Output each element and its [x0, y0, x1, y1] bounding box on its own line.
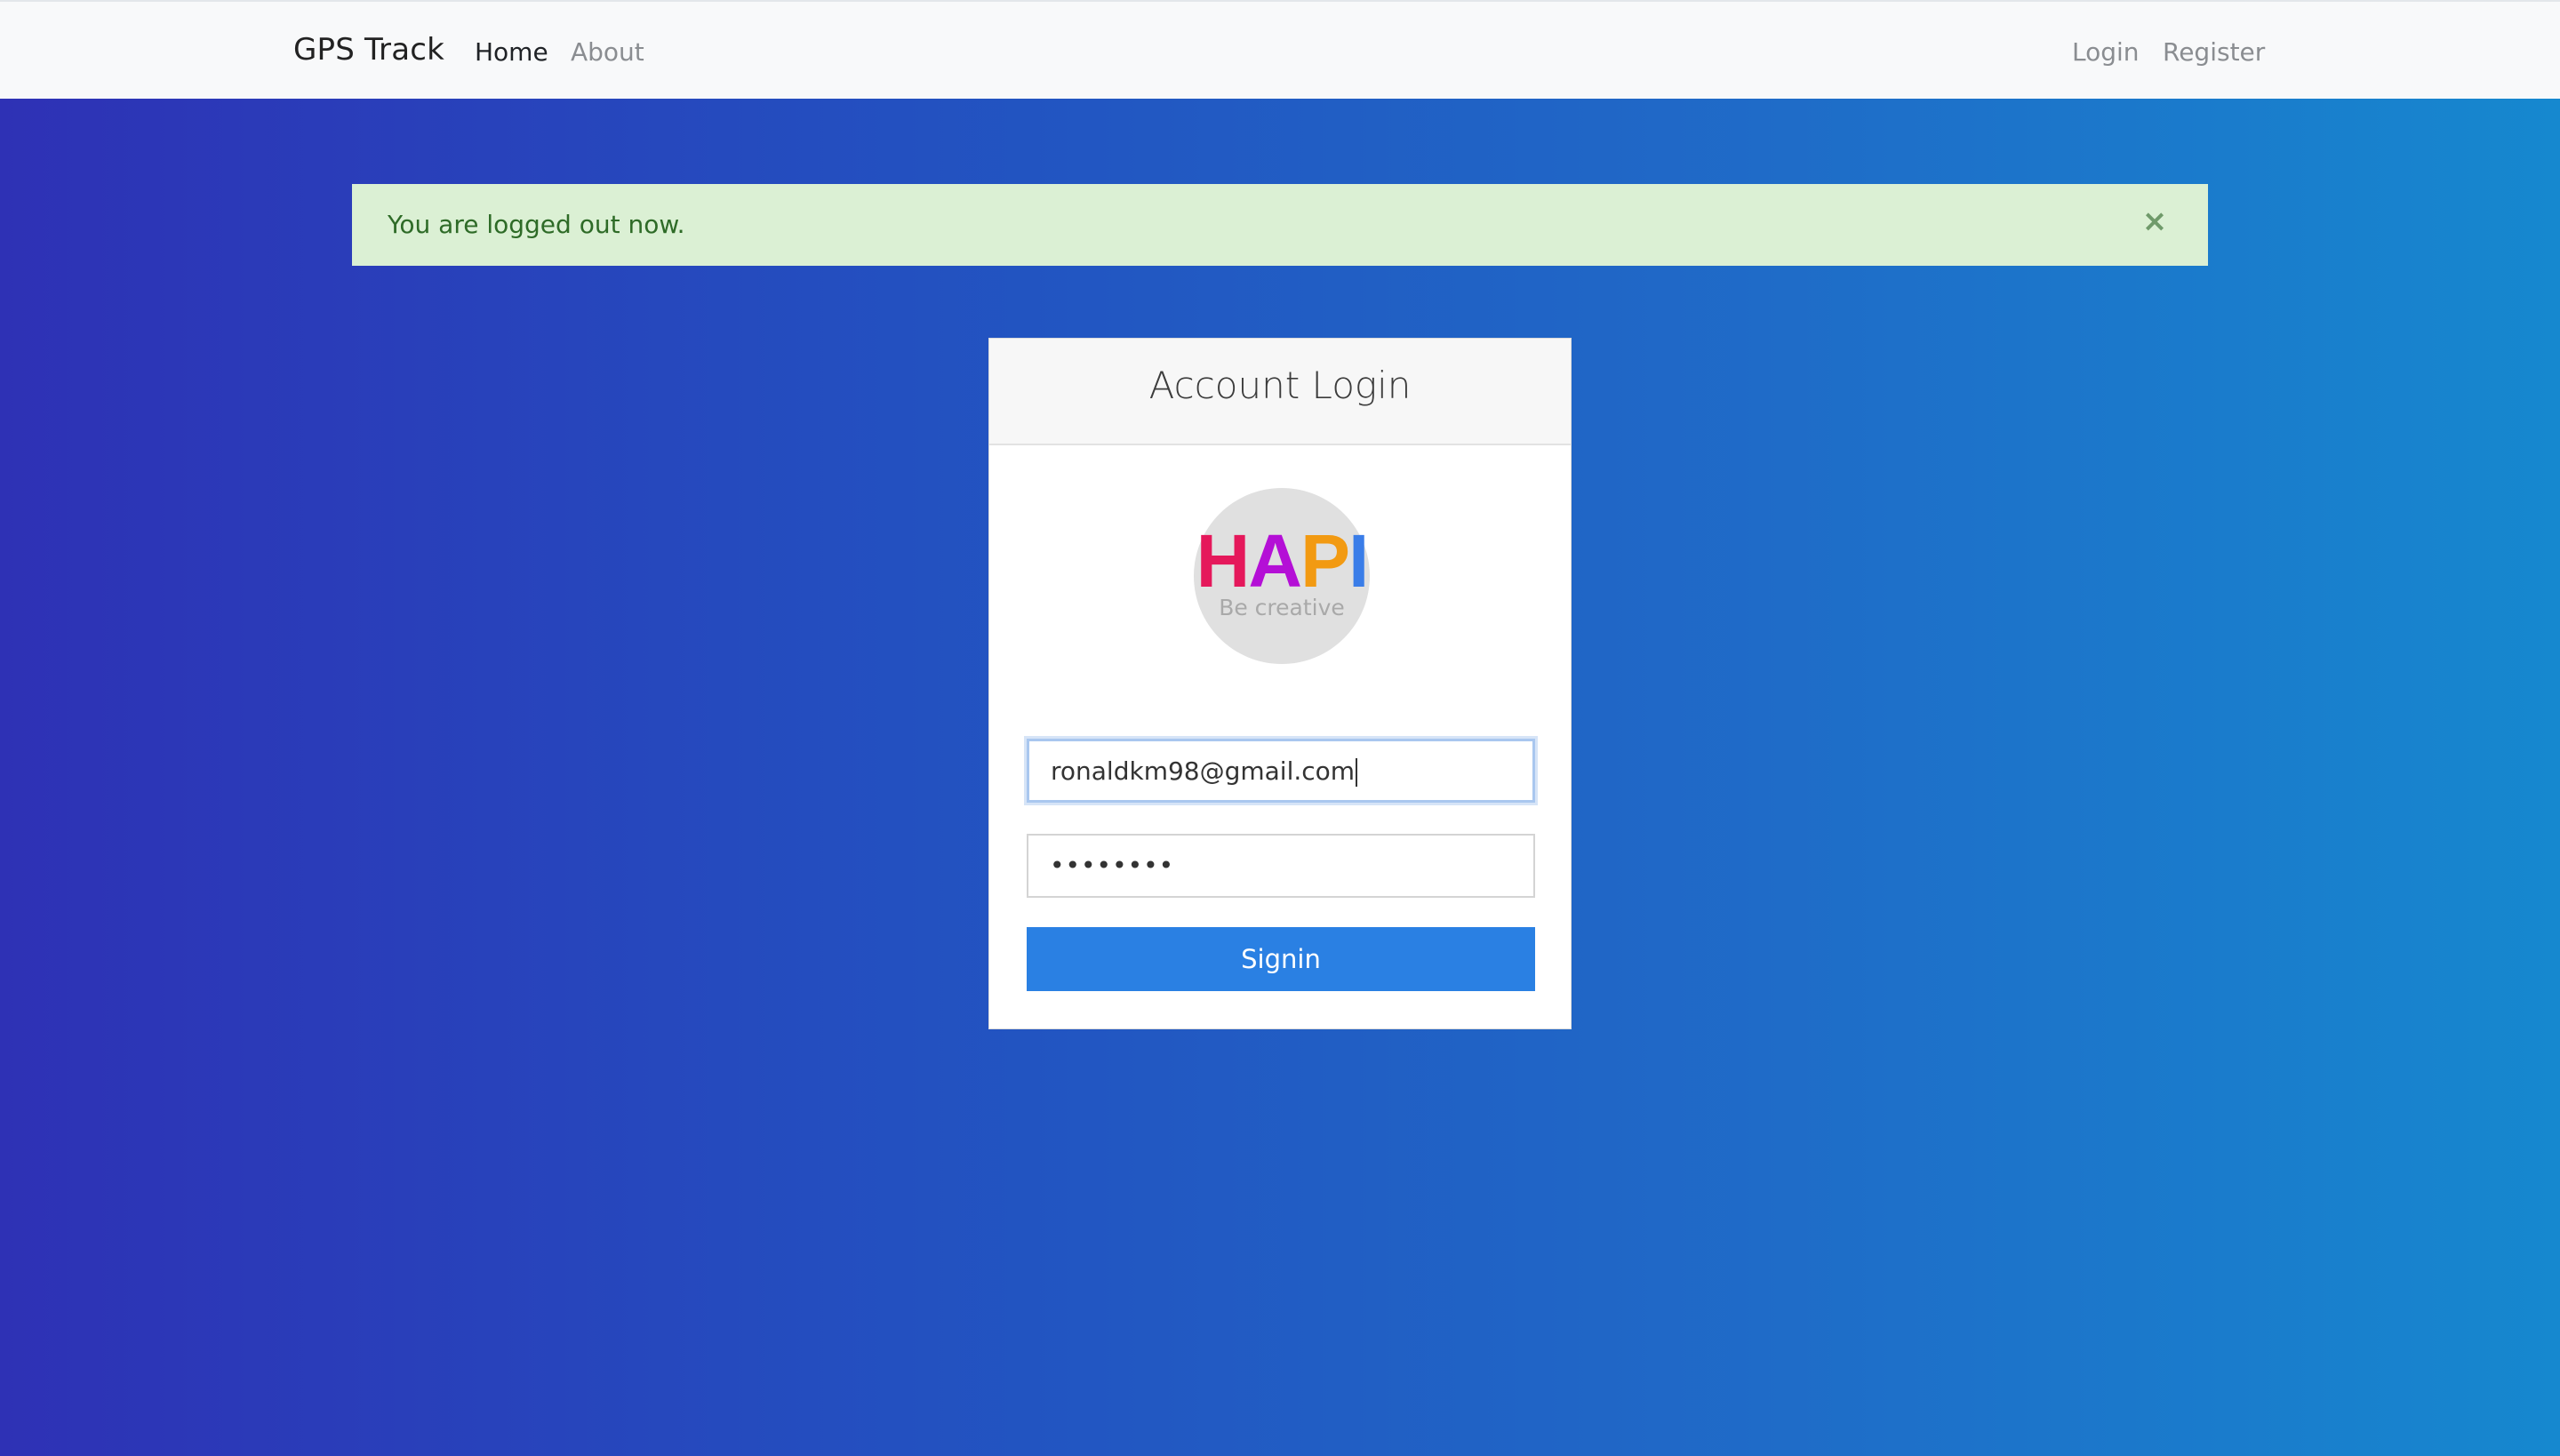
- top-navbar: GPS Track Home About Login Register: [0, 0, 2560, 99]
- brand-link[interactable]: GPS Track: [293, 32, 444, 68]
- email-value: ronaldkm98@gmail.com: [1051, 756, 1356, 786]
- card-title: Account Login: [1148, 364, 1412, 407]
- password-field[interactable]: ••••••••: [1027, 834, 1535, 898]
- logo-wordmark: HAPI: [1194, 524, 1370, 598]
- text-caret: [1356, 758, 1358, 787]
- logo-letter-a: A: [1248, 519, 1302, 603]
- signin-button[interactable]: Signin: [1027, 927, 1535, 991]
- logo-letter-i: I: [1348, 519, 1369, 603]
- logo-tagline: Be creative: [1219, 595, 1345, 620]
- login-card: Account Login HAPI Be creative ronaldkm9…: [988, 338, 1572, 1029]
- logout-alert: You are logged out now. ×: [352, 184, 2208, 266]
- nav-login-link[interactable]: Login: [2072, 37, 2140, 67]
- nav-home-link[interactable]: Home: [475, 37, 548, 67]
- password-value: ••••••••: [1050, 851, 1175, 880]
- alert-message: You are logged out now.: [388, 210, 685, 239]
- close-icon[interactable]: ×: [2137, 204, 2172, 239]
- hapi-logo: HAPI Be creative: [1194, 488, 1370, 664]
- email-field[interactable]: ronaldkm98@gmail.com: [1027, 739, 1535, 803]
- logo-letter-h: H: [1196, 519, 1251, 603]
- logo-letter-p: P: [1300, 519, 1350, 603]
- nav-register-link[interactable]: Register: [2163, 37, 2265, 67]
- nav-about-link[interactable]: About: [571, 37, 644, 67]
- card-header: Account Login: [989, 339, 1571, 445]
